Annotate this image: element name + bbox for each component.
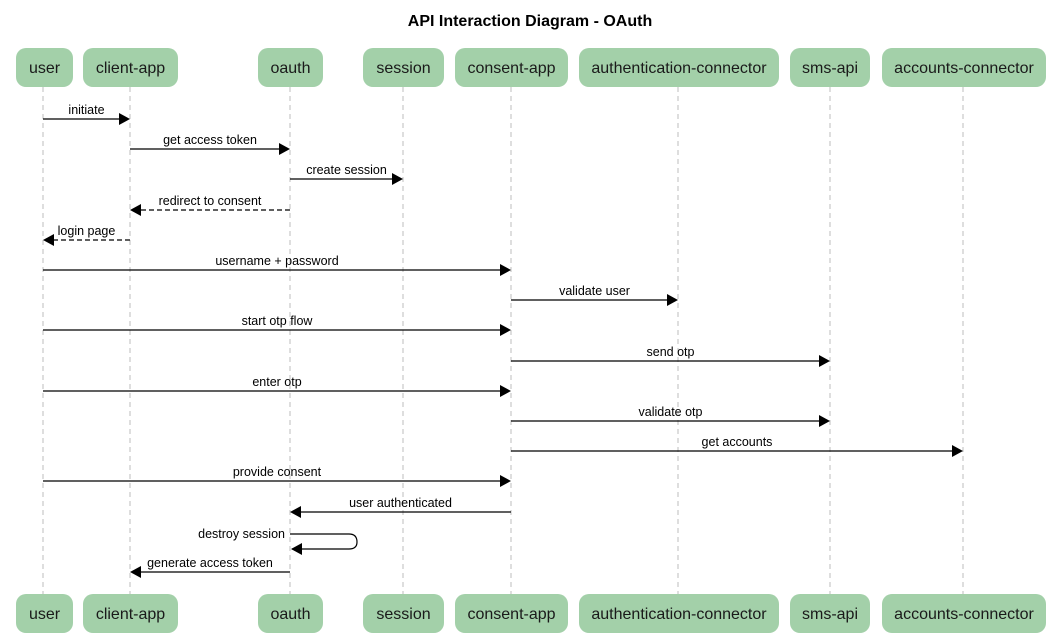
- message-label: redirect to consent: [159, 194, 262, 208]
- message-label: start otp flow: [242, 314, 314, 328]
- actor-consent-app-top: consent-app: [455, 48, 568, 87]
- message-16: generate access token: [130, 556, 290, 578]
- actor-consent-app-bottom: consent-app: [455, 594, 568, 633]
- diagram-title: API Interaction Diagram - OAuth: [408, 13, 652, 30]
- messages: initiate get access token create session re…: [43, 103, 963, 578]
- arrowhead-icon: [819, 355, 830, 367]
- actor-user-top: user: [16, 48, 73, 87]
- arrowhead-icon: [500, 385, 511, 397]
- actor-label: oauth: [270, 60, 310, 77]
- message-6: username + password: [43, 254, 511, 276]
- actor-label: session: [376, 60, 430, 77]
- arrowhead-icon: [119, 113, 130, 125]
- message-7: validate user: [511, 284, 678, 306]
- arrowhead-icon: [291, 543, 302, 555]
- message-label: create session: [306, 163, 387, 177]
- actor-authentication-connector-bottom: authentication-connector: [579, 594, 779, 633]
- actor-client-app-top: client-app: [83, 48, 178, 87]
- message-12: get accounts: [511, 435, 963, 457]
- actors-top: user client-app oauth session consent-app aut…: [16, 48, 1046, 87]
- actor-label: client-app: [96, 606, 165, 623]
- arrowhead-icon: [500, 264, 511, 276]
- message-label: generate access token: [147, 556, 273, 570]
- arrowhead-icon: [290, 506, 301, 518]
- actor-session-top: session: [363, 48, 444, 87]
- message-label: get access token: [163, 133, 257, 147]
- actor-label: sms-api: [802, 606, 858, 623]
- actor-accounts-connector-bottom: accounts-connector: [882, 594, 1046, 633]
- lifelines: [42, 87, 964, 594]
- actors-bottom: user client-app oauth session consent-app aut…: [16, 594, 1046, 633]
- message-label: user authenticated: [349, 496, 452, 510]
- arrowhead-icon: [667, 294, 678, 306]
- actor-session-bottom: session: [363, 594, 444, 633]
- message-15: destroy session: [198, 527, 358, 555]
- actor-oauth-bottom: oauth: [258, 594, 323, 633]
- message-label: send otp: [647, 345, 695, 359]
- message-3: create session: [290, 163, 403, 185]
- actor-label: user: [29, 60, 61, 77]
- message-11: validate otp: [511, 405, 830, 427]
- actor-label: oauth: [270, 606, 310, 623]
- message-label: initiate: [68, 103, 104, 117]
- arrowhead-icon: [952, 445, 963, 457]
- actor-authentication-connector-top: authentication-connector: [579, 48, 779, 87]
- message-5: login page: [43, 224, 130, 246]
- actor-label: accounts-connector: [894, 606, 1034, 623]
- message-label: validate user: [559, 284, 630, 298]
- actor-label: sms-api: [802, 60, 858, 77]
- actor-accounts-connector-top: accounts-connector: [882, 48, 1046, 87]
- message-label: get accounts: [702, 435, 773, 449]
- actor-label: user: [29, 606, 61, 623]
- message-label: destroy session: [198, 527, 285, 541]
- actor-client-app-bottom: client-app: [83, 594, 178, 633]
- arrowhead-icon: [392, 173, 403, 185]
- arrowhead-icon: [130, 204, 141, 216]
- message-label: enter otp: [252, 375, 301, 389]
- message-label: login page: [58, 224, 116, 238]
- arrowhead-icon: [43, 234, 54, 246]
- message-label: provide consent: [233, 465, 322, 479]
- actor-label: authentication-connector: [591, 606, 767, 623]
- actor-sms-api-bottom: sms-api: [790, 594, 870, 633]
- actor-oauth-top: oauth: [258, 48, 323, 87]
- message-13: provide consent: [43, 465, 511, 487]
- actor-label: consent-app: [467, 606, 555, 623]
- actor-label: accounts-connector: [894, 60, 1034, 77]
- message-9: send otp: [511, 345, 830, 367]
- arrowhead-icon: [500, 475, 511, 487]
- arrowhead-icon: [130, 566, 141, 578]
- actor-label: client-app: [96, 60, 165, 77]
- message-14: user authenticated: [290, 496, 511, 518]
- message-2: get access token: [130, 133, 290, 155]
- arrowhead-icon: [279, 143, 290, 155]
- sequence-diagram: API Interaction Diagram - OAuth user clie…: [16, 13, 1046, 633]
- message-label: validate otp: [639, 405, 703, 419]
- message-8: start otp flow: [43, 314, 511, 336]
- arrowhead-icon: [819, 415, 830, 427]
- actor-sms-api-top: sms-api: [790, 48, 870, 87]
- actor-user-bottom: user: [16, 594, 73, 633]
- arrowhead-icon: [500, 324, 511, 336]
- message-label: username + password: [215, 254, 338, 268]
- message-4: redirect to consent: [130, 194, 290, 216]
- message-1: initiate: [43, 103, 130, 125]
- message-10: enter otp: [43, 375, 511, 397]
- actor-label: consent-app: [467, 60, 555, 77]
- actor-label: session: [376, 606, 430, 623]
- actor-label: authentication-connector: [591, 60, 767, 77]
